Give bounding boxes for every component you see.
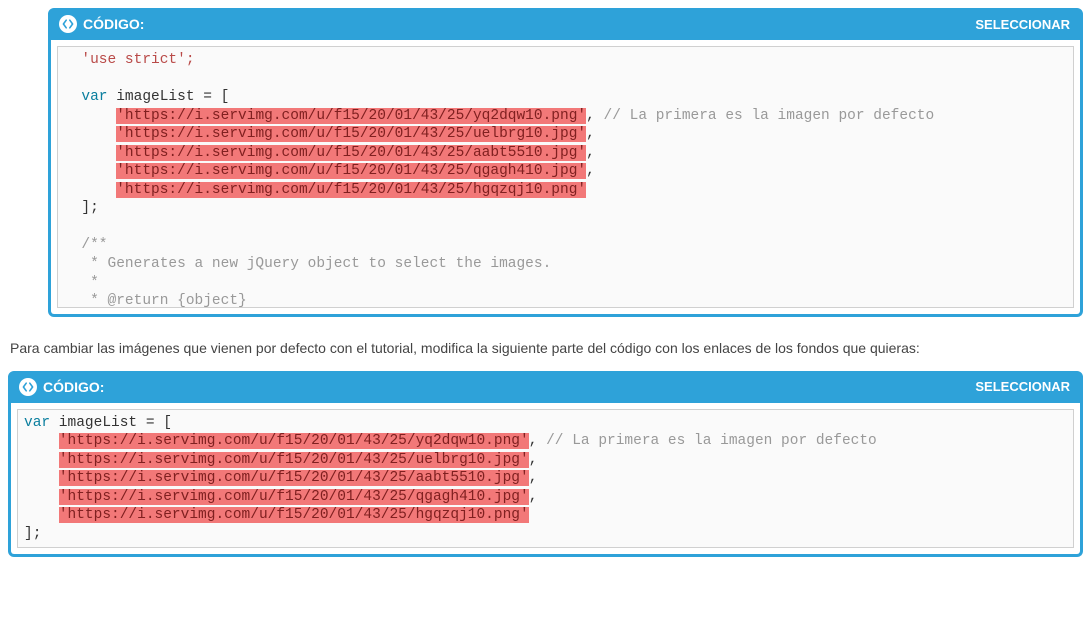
code-header: CÓDIGO: SELECCIONAR <box>8 371 1083 403</box>
code-header: CÓDIGO: SELECCIONAR <box>48 8 1083 40</box>
code-body: var imageList = [ 'https://i.servimg.com… <box>17 409 1074 549</box>
explanatory-paragraph: Para cambiar las imágenes que vienen por… <box>10 339 1081 359</box>
select-all-button[interactable]: SELECCIONAR <box>975 17 1070 32</box>
code-content[interactable]: 'use strict'; var imageList = [ 'https:/… <box>58 47 1073 307</box>
code-body: 'use strict'; var imageList = [ 'https:/… <box>57 46 1074 308</box>
code-block-2: CÓDIGO: SELECCIONAR var imageList = [ 'h… <box>8 371 1083 558</box>
code-body-frame: var imageList = [ 'https://i.servimg.com… <box>8 403 1083 558</box>
code-content[interactable]: var imageList = [ 'https://i.servimg.com… <box>18 410 1073 548</box>
code-body-frame: 'use strict'; var imageList = [ 'https:/… <box>48 40 1083 317</box>
code-block-1: CÓDIGO: SELECCIONAR 'use strict'; var im… <box>48 8 1083 317</box>
select-all-button[interactable]: SELECCIONAR <box>975 379 1070 394</box>
code-title: CÓDIGO: <box>83 16 144 32</box>
code-icon <box>59 15 77 33</box>
code-icon <box>19 378 37 396</box>
code-title: CÓDIGO: <box>43 379 104 395</box>
